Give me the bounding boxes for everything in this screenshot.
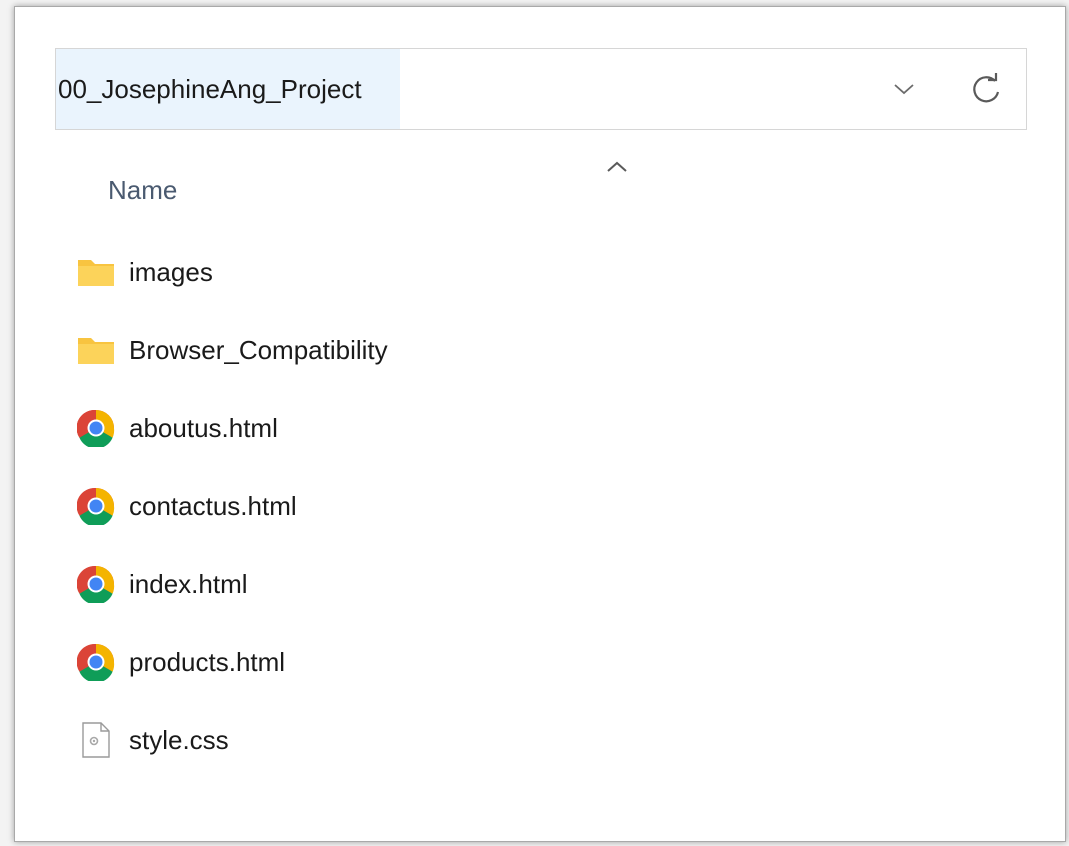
folder-icon xyxy=(77,330,117,370)
list-item-browser-compatibility[interactable]: Browser_Compatibility xyxy=(77,325,677,375)
list-item-aboutus[interactable]: aboutus.html xyxy=(77,403,677,453)
list-item-contactus[interactable]: contactus.html xyxy=(77,481,677,531)
explorer-window: 00_JosephineAng_Project Name images Brow… xyxy=(14,6,1066,842)
chrome-icon xyxy=(77,408,117,448)
column-header-name[interactable]: Name xyxy=(108,175,177,206)
file-name: contactus.html xyxy=(129,490,297,521)
chrome-icon xyxy=(77,486,117,526)
file-name: index.html xyxy=(129,568,248,599)
sort-ascending-icon[interactable] xyxy=(605,159,629,175)
list-item-style-css[interactable]: style.css xyxy=(77,715,677,765)
file-name: products.html xyxy=(129,646,286,677)
address-dropdown-button[interactable] xyxy=(884,69,924,109)
address-bar[interactable]: 00_JosephineAng_Project xyxy=(55,48,1027,130)
list-item-images[interactable]: images xyxy=(77,247,677,297)
list-item-index[interactable]: index.html xyxy=(77,559,677,609)
file-name: aboutus.html xyxy=(129,412,278,443)
chrome-icon xyxy=(77,642,117,682)
file-name: Browser_Compatibility xyxy=(129,334,388,365)
refresh-button[interactable] xyxy=(964,67,1008,111)
list-item-products[interactable]: products.html xyxy=(77,637,677,687)
address-path[interactable]: 00_JosephineAng_Project xyxy=(56,49,400,129)
chrome-icon xyxy=(77,564,117,604)
file-name: style.css xyxy=(129,724,229,755)
chevron-down-icon xyxy=(894,84,914,95)
folder-icon xyxy=(77,252,117,292)
css-file-icon xyxy=(77,720,117,760)
file-name: images xyxy=(129,256,213,287)
refresh-icon xyxy=(973,73,1000,103)
